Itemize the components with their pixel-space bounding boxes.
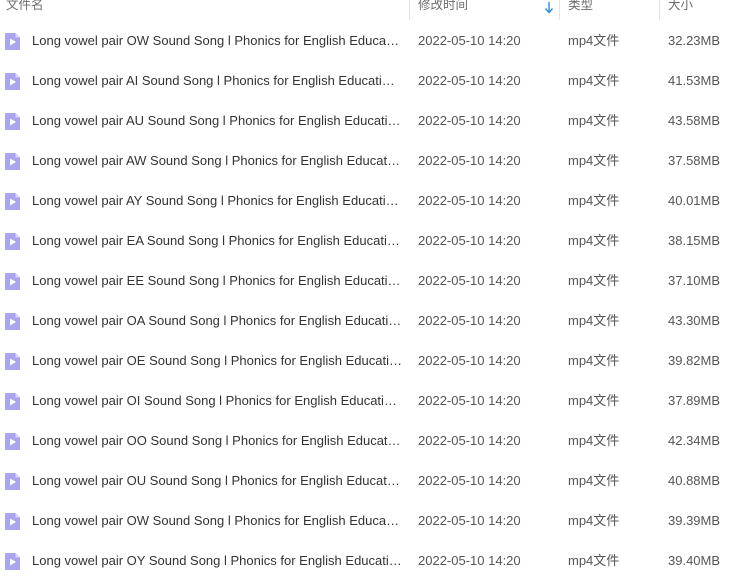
file-size: 39.40MB	[668, 553, 721, 568]
file-name: Long vowel pair OY Sound Song l Phonics …	[32, 553, 402, 568]
video-file-icon	[5, 313, 20, 330]
file-row[interactable]: Long vowel pair EA Sound Song l Phonics …	[0, 221, 743, 261]
file-modified: 2022-05-10 14:20	[418, 73, 521, 88]
file-name: Long vowel pair AW Sound Song l Phonics …	[32, 153, 401, 168]
file-size: 42.34MB	[668, 433, 721, 448]
column-header-type[interactable]: 类型	[568, 0, 593, 18]
file-name: Long vowel pair OW Sound Song l Phonics …	[32, 513, 400, 528]
file-modified: 2022-05-10 14:20	[418, 273, 521, 288]
file-modified: 2022-05-10 14:20	[418, 33, 521, 48]
file-type: mp4文件	[568, 313, 620, 328]
file-name: Long vowel pair OW Sound Song l Phonics …	[32, 33, 400, 48]
file-name: Long vowel pair OO Sound Song l Phonics …	[32, 433, 401, 448]
file-type: mp4文件	[568, 473, 620, 488]
column-divider[interactable]	[409, 0, 410, 20]
video-file-icon	[5, 273, 20, 290]
file-type: mp4文件	[568, 73, 620, 88]
sort-down-arrow-icon[interactable]	[543, 1, 555, 15]
video-file-icon	[5, 393, 20, 410]
file-modified: 2022-05-10 14:20	[418, 233, 521, 248]
file-size: 39.39MB	[668, 513, 721, 528]
file-row[interactable]: Long vowel pair AY Sound Song l Phonics …	[0, 181, 743, 221]
file-type: mp4文件	[568, 353, 620, 368]
file-name: Long vowel pair AI Sound Song l Phonics …	[32, 73, 395, 88]
video-file-icon	[5, 73, 20, 90]
file-row[interactable]: Long vowel pair EE Sound Song l Phonics …	[0, 261, 743, 301]
file-type: mp4文件	[568, 433, 620, 448]
file-row[interactable]: Long vowel pair OE Sound Song l Phonics …	[0, 341, 743, 381]
file-row[interactable]: Long vowel pair OY Sound Song l Phonics …	[0, 541, 743, 581]
column-header-name[interactable]: 文件名	[6, 0, 44, 18]
file-name: Long vowel pair OE Sound Song l Phonics …	[32, 353, 402, 368]
file-row[interactable]: Long vowel pair AW Sound Song l Phonics …	[0, 141, 743, 181]
file-row[interactable]: Long vowel pair OI Sound Song l Phonics …	[0, 381, 743, 421]
column-divider[interactable]	[559, 0, 560, 20]
file-size: 39.82MB	[668, 353, 721, 368]
file-row[interactable]: Long vowel pair OW Sound Song l Phonics …	[0, 21, 743, 61]
file-type: mp4文件	[568, 193, 620, 208]
file-row[interactable]: Long vowel pair OA Sound Song l Phonics …	[0, 301, 743, 341]
video-file-icon	[5, 233, 20, 250]
file-name: Long vowel pair AY Sound Song l Phonics …	[32, 193, 399, 208]
file-name: Long vowel pair EE Sound Song l Phonics …	[32, 273, 401, 288]
video-file-icon	[5, 153, 20, 170]
file-size: 41.53MB	[668, 73, 721, 88]
file-name: Long vowel pair OI Sound Song l Phonics …	[32, 393, 397, 408]
video-file-icon	[5, 113, 20, 130]
video-file-icon	[5, 33, 20, 50]
column-divider[interactable]	[659, 0, 660, 20]
file-modified: 2022-05-10 14:20	[418, 393, 521, 408]
file-name: Long vowel pair OU Sound Song l Phonics …	[32, 473, 400, 488]
file-type: mp4文件	[568, 233, 620, 248]
file-size: 37.58MB	[668, 153, 721, 168]
file-size: 37.89MB	[668, 393, 721, 408]
file-row[interactable]: Long vowel pair OO Sound Song l Phonics …	[0, 421, 743, 461]
file-modified: 2022-05-10 14:20	[418, 153, 521, 168]
file-type: mp4文件	[568, 153, 620, 168]
column-header: 文件名 修改时间 类型 大小	[0, 0, 743, 20]
file-modified: 2022-05-10 14:20	[418, 513, 521, 528]
file-modified: 2022-05-10 14:20	[418, 313, 521, 328]
column-header-modified[interactable]: 修改时间	[418, 0, 468, 18]
video-file-icon	[5, 513, 20, 530]
file-row[interactable]: Long vowel pair OU Sound Song l Phonics …	[0, 461, 743, 501]
file-size: 43.30MB	[668, 313, 721, 328]
file-size: 38.15MB	[668, 233, 721, 248]
file-type: mp4文件	[568, 513, 620, 528]
video-file-icon	[5, 353, 20, 370]
file-name: Long vowel pair EA Sound Song l Phonics …	[32, 233, 400, 248]
file-name: Long vowel pair OA Sound Song l Phonics …	[32, 313, 402, 328]
video-file-icon	[5, 433, 20, 450]
video-file-icon	[5, 473, 20, 490]
file-modified: 2022-05-10 14:20	[418, 113, 521, 128]
file-row[interactable]: Long vowel pair AU Sound Song l Phonics …	[0, 101, 743, 141]
file-size: 40.01MB	[668, 193, 721, 208]
file-size: 43.58MB	[668, 113, 721, 128]
file-name: Long vowel pair AU Sound Song l Phonics …	[32, 113, 401, 128]
file-type: mp4文件	[568, 113, 620, 128]
file-type: mp4文件	[568, 553, 620, 568]
file-row[interactable]: Long vowel pair OW Sound Song l Phonics …	[0, 501, 743, 541]
video-file-icon	[5, 553, 20, 570]
column-header-size[interactable]: 大小	[668, 0, 693, 18]
file-modified: 2022-05-10 14:20	[418, 473, 521, 488]
video-file-icon	[5, 193, 20, 210]
file-modified: 2022-05-10 14:20	[418, 433, 521, 448]
file-size: 40.88MB	[668, 473, 721, 488]
file-modified: 2022-05-10 14:20	[418, 553, 521, 568]
file-type: mp4文件	[568, 273, 620, 288]
file-type: mp4文件	[568, 393, 620, 408]
file-modified: 2022-05-10 14:20	[418, 193, 521, 208]
file-type: mp4文件	[568, 33, 620, 48]
file-size: 32.23MB	[668, 33, 721, 48]
file-row[interactable]: Long vowel pair AI Sound Song l Phonics …	[0, 61, 743, 101]
file-size: 37.10MB	[668, 273, 721, 288]
file-modified: 2022-05-10 14:20	[418, 353, 521, 368]
